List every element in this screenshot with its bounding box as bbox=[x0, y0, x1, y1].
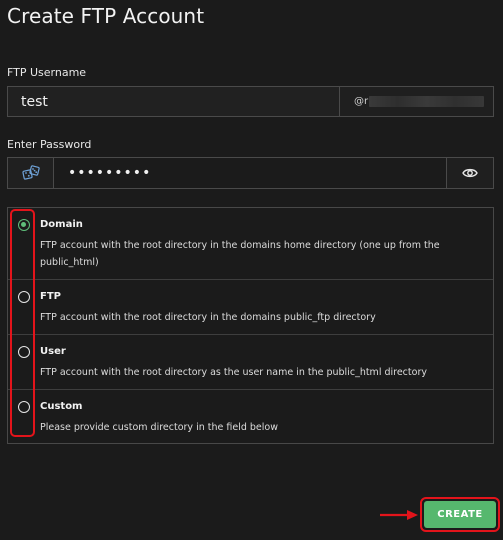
option-description: Please provide custom directory in the f… bbox=[40, 422, 278, 433]
password-row bbox=[7, 157, 494, 189]
option-description: FTP account with the root directory in t… bbox=[40, 240, 440, 268]
option-description: FTP account with the root directory as t… bbox=[40, 367, 427, 378]
directory-options: Domain FTP account with the root directo… bbox=[7, 207, 494, 444]
password-input[interactable] bbox=[54, 157, 447, 189]
option-description: FTP account with the root directory in t… bbox=[40, 312, 376, 323]
radio-user[interactable] bbox=[18, 346, 30, 358]
option-title: FTP bbox=[40, 291, 61, 302]
eye-icon bbox=[462, 168, 478, 178]
option-title: Custom bbox=[40, 401, 83, 412]
domain-prefix: @r bbox=[354, 96, 369, 107]
option-user[interactable]: User FTP account with the root directory… bbox=[8, 334, 493, 389]
toggle-password-button[interactable] bbox=[447, 157, 494, 189]
generate-password-button[interactable] bbox=[7, 157, 54, 189]
option-domain[interactable]: Domain FTP account with the root directo… bbox=[8, 208, 493, 279]
username-row: @r bbox=[7, 86, 494, 117]
dice-icon bbox=[21, 165, 40, 180]
option-title: Domain bbox=[40, 219, 83, 230]
radio-domain[interactable] bbox=[18, 219, 30, 231]
domain-suffix: @r bbox=[340, 86, 494, 117]
option-ftp[interactable]: FTP FTP account with the root directory … bbox=[8, 279, 493, 334]
create-button[interactable]: CREATE bbox=[424, 501, 496, 528]
option-title: User bbox=[40, 346, 66, 357]
radio-custom[interactable] bbox=[18, 401, 30, 413]
password-label: Enter Password bbox=[7, 138, 92, 151]
radio-ftp[interactable] bbox=[18, 291, 30, 303]
domain-redacted bbox=[369, 96, 485, 107]
page-title: Create FTP Account bbox=[7, 4, 205, 28]
username-label: FTP Username bbox=[7, 66, 87, 79]
option-custom[interactable]: Custom Please provide custom directory i… bbox=[8, 389, 493, 443]
arrow-icon bbox=[380, 510, 418, 520]
username-input[interactable] bbox=[7, 86, 340, 117]
